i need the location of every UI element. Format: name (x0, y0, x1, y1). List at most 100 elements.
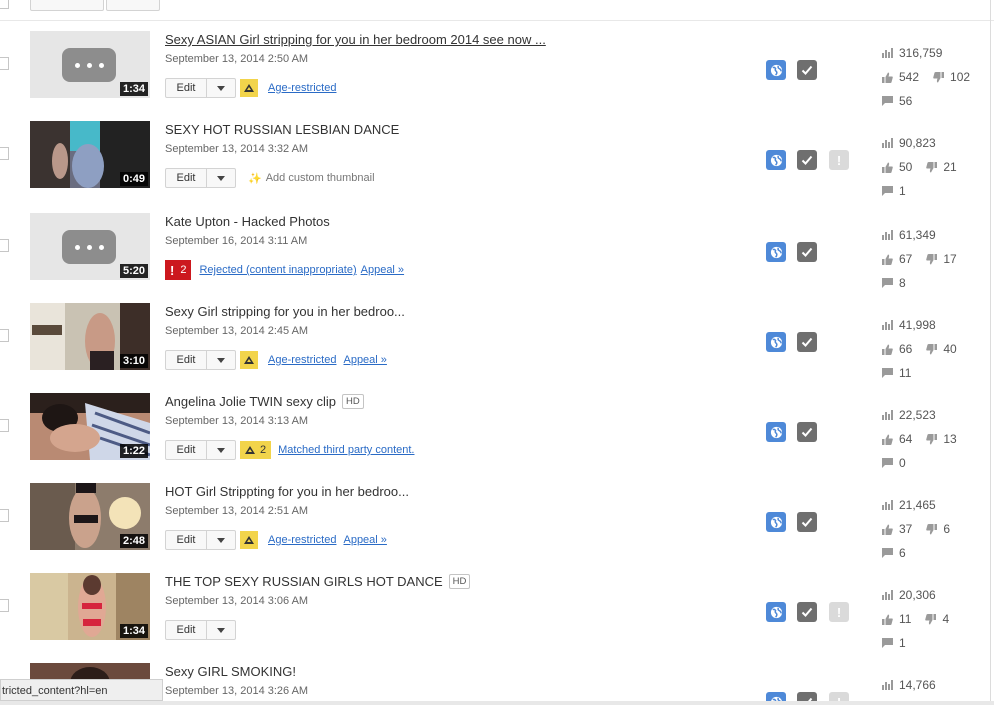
edit-button[interactable]: Edit (166, 351, 207, 369)
age-restricted-link[interactable]: Age-restricted (268, 82, 336, 94)
like-count: 67 (899, 252, 913, 266)
select-all-checkbox[interactable] (0, 0, 9, 9)
row-checkbox[interactable] (0, 329, 9, 342)
video-title[interactable]: Angelina Jolie TWIN sexy clip HD (165, 394, 364, 409)
video-stats: 22,523 64 13 0 (882, 403, 990, 475)
video-stats: 316,759 542 102 56 (882, 41, 990, 113)
check-icon[interactable] (797, 60, 817, 80)
edit-button[interactable]: Edit (166, 441, 207, 459)
edit-button[interactable]: Edit (166, 531, 207, 549)
rejected-badge[interactable]: ! 2 (165, 260, 192, 280)
like-icon (882, 162, 893, 173)
duration-badge: 5:20 (119, 264, 148, 278)
video-thumbnail[interactable]: 3:10 (30, 303, 150, 370)
caret-down-icon (217, 447, 225, 453)
edit-dropdown-button[interactable] (207, 531, 235, 549)
upload-date: September 13, 2014 3:06 AM (165, 595, 309, 607)
row-checkbox[interactable] (0, 57, 9, 70)
video-title[interactable]: SEXY HOT RUSSIAN LESBIAN DANCE (165, 122, 399, 137)
rejected-link[interactable]: Rejected (content inappropriate) (199, 264, 356, 276)
views-icon (882, 410, 893, 420)
check-icon[interactable] (797, 150, 817, 170)
public-status-icon[interactable] (766, 602, 786, 622)
comment-count: 6 (899, 546, 906, 560)
comment-count: 11 (899, 366, 912, 380)
row-checkbox[interactable] (0, 599, 9, 612)
edit-dropdown-button[interactable] (207, 621, 235, 639)
video-stats: 61,349 67 17 8 (882, 223, 990, 295)
video-title[interactable]: THE TOP SEXY RUSSIAN GIRLS HOT DANCE HD (165, 574, 471, 589)
video-stats: 90,823 50 21 1 (882, 131, 990, 203)
edit-dropdown-button[interactable] (207, 441, 235, 459)
video-thumbnail[interactable]: 5:20 (30, 213, 150, 280)
warning-icon (245, 446, 255, 454)
video-thumbnail[interactable]: 2:48 (30, 483, 150, 550)
check-icon[interactable] (797, 332, 817, 352)
exclamation-icon[interactable]: ! (829, 150, 849, 170)
matched-content-link[interactable]: Matched third party content. (278, 444, 414, 456)
warning-icon (244, 356, 254, 364)
video-title[interactable]: Sexy GIRL SMOKING! (165, 664, 296, 679)
row-checkbox[interactable] (0, 509, 9, 522)
video-title[interactable]: Sexy Girl stripping for you in her bedro… (165, 304, 405, 319)
edit-button[interactable]: Edit (166, 169, 207, 187)
check-icon[interactable] (797, 602, 817, 622)
actions-button[interactable] (30, 0, 104, 11)
appeal-link[interactable]: Appeal » (343, 534, 386, 546)
video-title[interactable]: Sexy ASIAN Girl stripping for you in her… (165, 32, 546, 47)
public-status-icon[interactable] (766, 242, 786, 262)
video-title[interactable]: Kate Upton - Hacked Photos (165, 214, 330, 229)
list-header-toolbar (0, 0, 994, 21)
comment-count: 1 (899, 636, 906, 650)
public-status-icon[interactable] (766, 150, 786, 170)
row-checkbox[interactable] (0, 147, 9, 160)
row-checkbox[interactable] (0, 239, 9, 252)
views-icon (882, 500, 893, 510)
edit-button[interactable]: Edit (166, 79, 207, 97)
edit-button[interactable]: Edit (166, 621, 207, 639)
edit-dropdown-button[interactable] (207, 79, 235, 97)
view-count: 316,759 (899, 46, 943, 60)
edit-dropdown-button[interactable] (207, 351, 235, 369)
upload-date: September 16, 2014 3:11 AM (165, 235, 308, 247)
warning-badge[interactable] (240, 531, 258, 549)
video-title[interactable]: HOT Girl Strippting for you in her bedro… (165, 484, 409, 499)
warning-badge[interactable] (240, 351, 258, 369)
edit-dropdown-button[interactable] (207, 169, 235, 187)
video-thumbnail[interactable]: 1:22 (30, 393, 150, 460)
comment-icon (882, 278, 893, 288)
upload-date: September 13, 2014 3:13 AM (165, 415, 309, 427)
warning-badge[interactable]: 2 (240, 441, 272, 459)
public-status-icon[interactable] (766, 512, 786, 532)
video-thumbnail[interactable]: 1:34 (30, 31, 150, 98)
check-icon[interactable] (797, 242, 817, 262)
appeal-link[interactable]: Appeal » (343, 354, 386, 366)
public-status-icon[interactable] (766, 422, 786, 442)
video-thumbnail[interactable]: 1:34 (30, 573, 150, 640)
age-restricted-link[interactable]: Age-restricted (268, 354, 336, 366)
comment-count: 0 (899, 456, 906, 470)
exclamation-icon[interactable]: ! (829, 602, 849, 622)
views-icon (882, 680, 893, 690)
view-count: 22,523 (899, 408, 936, 422)
row-checkbox[interactable] (0, 419, 9, 432)
add-custom-thumbnail-link[interactable]: ✨ Add custom thumbnail (248, 172, 375, 185)
view-count: 41,998 (899, 318, 936, 332)
upload-date: September 13, 2014 2:45 AM (165, 325, 309, 337)
video-thumbnail[interactable]: 0:49 (30, 121, 150, 188)
check-icon[interactable] (797, 422, 817, 442)
warning-badge[interactable] (240, 79, 258, 97)
add-to-button[interactable] (106, 0, 160, 11)
check-icon[interactable] (797, 512, 817, 532)
dislike-icon (926, 523, 938, 534)
views-icon (882, 590, 893, 600)
public-status-icon[interactable] (766, 332, 786, 352)
video-title-text: Angelina Jolie TWIN sexy clip (165, 394, 336, 409)
like-count: 37 (899, 522, 913, 536)
age-restricted-link[interactable]: Age-restricted (268, 534, 336, 546)
public-status-icon[interactable] (766, 60, 786, 80)
caret-down-icon (217, 537, 225, 543)
hd-badge: HD (342, 394, 364, 409)
like-icon (882, 72, 893, 83)
appeal-link[interactable]: Appeal » (361, 264, 404, 276)
